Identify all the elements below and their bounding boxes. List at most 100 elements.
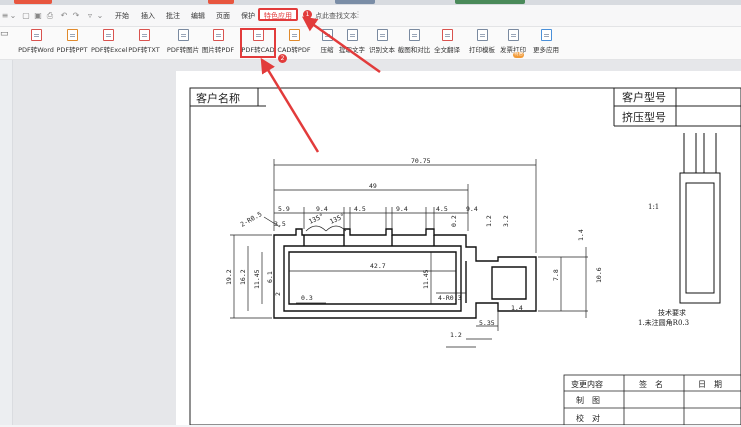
pdf-to-txt-button[interactable]: PDF转TXT (128, 27, 160, 59)
screenshot-compare-button[interactable]: 截图和对比 (397, 27, 431, 59)
dim-9-4b: 9.4 (396, 205, 408, 213)
table-change-header: 变更内容 (571, 379, 603, 389)
menu-item-annotate[interactable]: 批注 (166, 11, 180, 21)
dim-2: 2 (274, 292, 282, 296)
more-icon[interactable]: ⋮ (354, 10, 362, 19)
dim-42-7: 42.7 (370, 262, 386, 270)
customer-model-label: 客户型号 (622, 90, 666, 104)
tab-fragment[interactable] (455, 0, 525, 4)
extract-text-button[interactable]: 提取文字 (337, 27, 367, 59)
dim-5-35: 5.35 (479, 319, 495, 327)
dim-overall: 70.75 (411, 157, 431, 165)
tab-fragment[interactable] (208, 0, 234, 4)
dim-radius-right: 4-R0.3 (438, 294, 462, 302)
pdf-to-excel-button[interactable]: PDF转Excel (91, 27, 127, 59)
full-translate-button[interactable]: 全文翻译 (432, 27, 462, 59)
dim-1-2b: 1.2 (450, 331, 462, 339)
menu-item-edit[interactable]: 编辑 (191, 11, 205, 21)
image-pdf-icon (213, 29, 224, 41)
tab-fragment[interactable] (14, 0, 52, 4)
tab-fragment[interactable] (335, 0, 375, 4)
save-icon[interactable]: ▣ (34, 12, 42, 20)
dim-angle-b: 135° (328, 212, 346, 226)
table-check-label: 校 对 (576, 413, 600, 423)
dim-radius-left: 2-R0.5 (239, 210, 263, 229)
callout-number: 2 (280, 55, 285, 62)
menu-bar: ≡ ⌄ ▢ ▣ ⎙ ↶ ↷ ▿ ⌄ 开始 插入 批注 编辑 页面 保护 特色应用… (0, 5, 741, 27)
menu-item-special-apps[interactable]: 特色应用 (258, 8, 298, 21)
callout-number: 1 (305, 11, 310, 18)
compress-icon (322, 29, 333, 41)
dim-16-2: 16.2 (239, 269, 247, 285)
apps-grid-icon (541, 29, 552, 41)
pdf-to-ppt-button[interactable]: PDF转PPT (56, 27, 88, 59)
dim-11-45a: 11.45 (253, 269, 261, 289)
print-template-icon (477, 29, 488, 41)
customer-name-label: 客户名称 (196, 91, 240, 105)
screenshot-icon (409, 29, 420, 41)
recognize-text-icon (377, 29, 388, 41)
dim-6-1: 6.1 (266, 271, 274, 283)
left-sidebar (0, 60, 13, 425)
menu-item-page[interactable]: 页面 (216, 11, 230, 21)
dim-3-5: 3.5 (274, 220, 286, 228)
pdf-to-word-button[interactable]: PDF转Word (18, 27, 54, 59)
dim-10-6: 10.6 (595, 267, 603, 283)
menu-icon[interactable]: ≡ (1, 12, 9, 20)
translate-icon (442, 29, 453, 41)
search-hint[interactable]: 点此查找文本 (315, 11, 357, 21)
table-date-header: 日 期 (698, 380, 722, 389)
dim-angle-a: 135° (307, 212, 325, 226)
menu-item-start[interactable]: 开始 (115, 11, 129, 21)
dim-11-45b: 11.45 (422, 269, 430, 289)
tech-req-item: 1.未注圆角R0.3 (638, 318, 689, 327)
dim-1-4b: 1.4 (511, 304, 523, 312)
cad-drawing: 客户名称 客户型号 挤压型号 70.75 49 5.9 9.4 4.5 9.4 … (189, 87, 741, 426)
promo-badge: 特惠 (513, 52, 524, 58)
table-draw-label: 制 图 (576, 395, 600, 405)
compress-button[interactable]: 压缩 (318, 27, 336, 59)
menu-item-protect[interactable]: 保护 (241, 11, 255, 21)
pdf-ppt-icon (67, 29, 78, 41)
undo-icon[interactable]: ↶ (60, 12, 68, 20)
pdf-to-cad-highlight (240, 28, 276, 58)
menu-item-special-label: 特色应用 (264, 12, 292, 20)
ribbon-toolbar: ▭ PDF转Word PDF转PPT PDF转Excel PDF转TXT PDF… (0, 27, 741, 60)
dim-1-2a: 1.2 (485, 215, 493, 227)
folder-icon[interactable]: ▢ (22, 12, 30, 20)
ribbon-collapse-icon[interactable]: ▭ (0, 29, 9, 39)
dim-0-2: 0.2 (450, 215, 458, 227)
pdf-word-icon (31, 29, 42, 41)
image-to-pdf-button[interactable]: 图片转PDF (201, 27, 235, 59)
chevron-down-icon[interactable]: ⌄ (9, 12, 17, 20)
pdf-page: 客户名称 客户型号 挤压型号 70.75 49 5.9 9.4 4.5 9.4 … (176, 71, 741, 426)
dim-inner: 49 (369, 182, 377, 190)
recognize-text-button[interactable]: 识别文本 (367, 27, 397, 59)
image-icon (178, 29, 189, 41)
extrusion-model-label: 挤压型号 (622, 110, 666, 124)
redo-icon[interactable]: ↷ (72, 12, 80, 20)
dim-4-5a: 4.5 (354, 205, 366, 213)
menu-item-insert[interactable]: 插入 (141, 11, 155, 21)
extract-text-icon (347, 29, 358, 41)
print-icon[interactable]: ⎙ (46, 12, 54, 20)
pdf-to-image-button[interactable]: PDF转图片 (166, 27, 200, 59)
cad-pdf-icon (289, 29, 300, 41)
customize-icon[interactable]: ⌄ (96, 12, 104, 20)
pdf-excel-icon (103, 29, 114, 41)
table-sign-header: 签 名 (639, 379, 663, 389)
print-template-button[interactable]: 打印模板 (466, 27, 498, 59)
pdf-txt-icon (139, 29, 150, 41)
dim-7-8: 7.8 (552, 269, 560, 281)
dim-9-4a: 9.4 (316, 205, 328, 213)
dim-19-2: 19.2 (225, 269, 233, 285)
side-view (679, 133, 721, 304)
dim-4-5b: 4.5 (436, 205, 448, 213)
dim-0-3: 0.3 (301, 294, 313, 302)
more-apps-button[interactable]: 更多应用 (531, 27, 561, 59)
customize-icon[interactable]: ▿ (86, 12, 94, 20)
profile-outline (273, 228, 537, 319)
dim-9-4c: 9.4 (466, 205, 478, 213)
dim-5-9: 5.9 (278, 205, 290, 213)
tech-req-title: 技术要求 (658, 308, 686, 317)
